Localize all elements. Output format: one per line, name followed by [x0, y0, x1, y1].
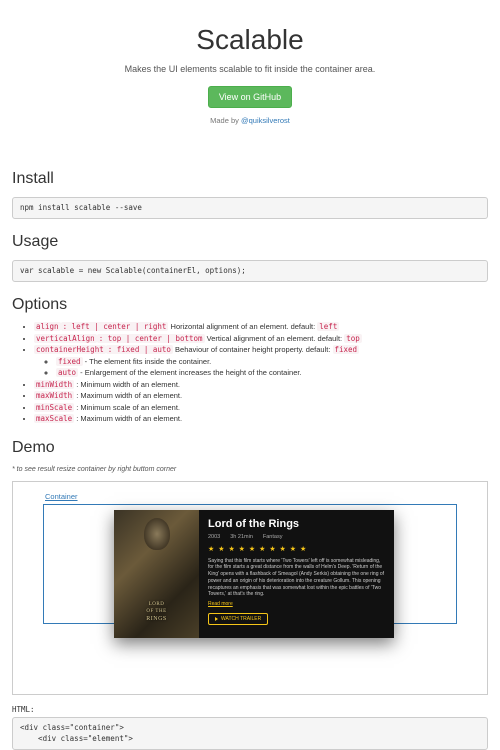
list-item: align: left | center | right Horizontal … [34, 322, 488, 333]
watch-trailer-button[interactable]: WATCH TRAILER [208, 613, 268, 625]
view-github-button[interactable]: View on GitHub [208, 86, 292, 108]
usage-heading: Usage [12, 231, 488, 253]
resizable-container[interactable]: LORD OF THE RINGS Lord of the Rings 2003… [43, 504, 457, 624]
list-item: auto - Enlargement of the element increa… [56, 368, 488, 379]
star-rating: ★ ★ ★ ★ ★ ★ ★ ★ ★ ★ [208, 545, 385, 555]
install-code: npm install scalable --save [12, 197, 488, 220]
list-item: verticalAlign: top | center | bottom Ver… [34, 334, 488, 345]
list-item: fixed - The element fits inside the cont… [56, 357, 488, 368]
usage-code: var scalable = new Scalable(containerEl,… [12, 260, 488, 283]
options-list: align: left | center | right Horizontal … [12, 322, 488, 425]
list-item: minScale : Minimum scale of an element. [34, 403, 488, 414]
demo-area: Container LORD OF THE RINGS Lord of the … [12, 481, 488, 695]
movie-poster: LORD OF THE RINGS [114, 510, 199, 638]
movie-meta: 20033h 21minFantasy [208, 534, 385, 542]
demo-note: * to see result resize container by righ… [12, 465, 488, 475]
html-code-label: HTML: [12, 705, 488, 716]
html-code: <div class="container"> <div class="elem… [12, 717, 488, 750]
author-link[interactable]: @quiksilverost [241, 116, 290, 125]
list-item: maxScale : Maximum width of an element. [34, 414, 488, 425]
made-by: Made by @quiksilverost [12, 116, 488, 127]
install-heading: Install [12, 168, 488, 190]
movie-description: Saying that this film starts where 'Two … [208, 558, 385, 599]
demo-heading: Demo [12, 437, 488, 459]
page-subtitle: Makes the UI elements scalable to fit in… [12, 63, 488, 76]
list-item: containerHeight: fixed | auto Behaviour … [34, 345, 488, 379]
list-item: minWidth : Minimum width of an element. [34, 380, 488, 391]
container-label: Container [45, 492, 457, 503]
read-more-link[interactable]: Read more [208, 601, 385, 608]
page-title: Scalable [12, 20, 488, 59]
play-icon [215, 617, 218, 621]
movie-title: Lord of the Rings [208, 517, 385, 532]
list-item: maxWidth : Maximum width of an element. [34, 391, 488, 402]
options-heading: Options [12, 294, 488, 316]
movie-card: LORD OF THE RINGS Lord of the Rings 2003… [114, 510, 394, 638]
